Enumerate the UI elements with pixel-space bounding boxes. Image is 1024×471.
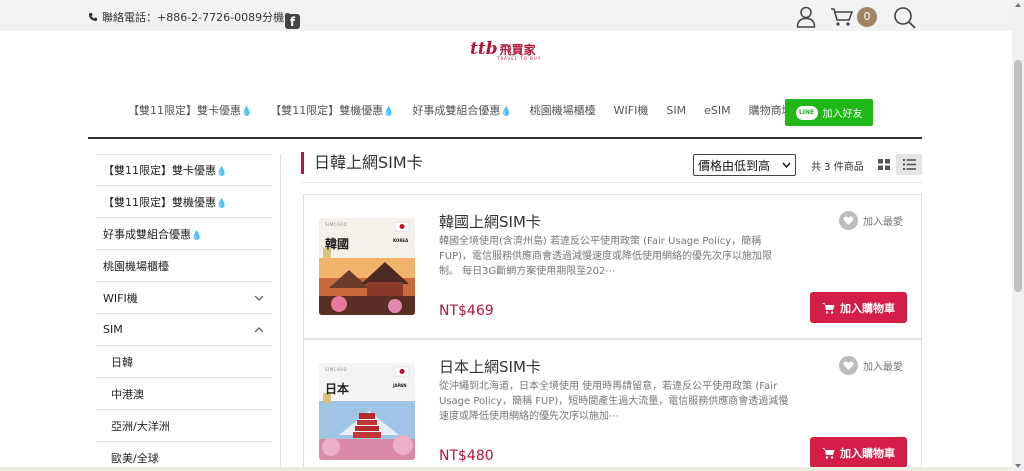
add-to-cart-label: 加入購物車	[840, 446, 895, 460]
line-add-friend-button[interactable]: LINE 加入好友	[785, 99, 873, 126]
add-to-cart-button[interactable]: 加入購物車	[810, 437, 907, 468]
sidebar-divider	[280, 154, 281, 471]
sort-selected-value: 價格由低到高	[698, 158, 771, 173]
product-image-japan[interactable]: SIMCARD 日本 JAPAN	[319, 363, 415, 460]
chevron-down-icon	[782, 162, 791, 168]
cart-button-icon	[822, 447, 835, 459]
nav-item-combo[interactable]: 好事成雙組合優惠💧	[412, 102, 511, 118]
phone-icon	[89, 13, 97, 21]
sim-card-name: 韓國	[325, 237, 350, 251]
nav-item-wifi[interactable]: WIFI機	[614, 102, 649, 118]
sim-card-name: 日本	[325, 382, 350, 396]
grid-view-button[interactable]	[872, 154, 896, 175]
sidebar-item-double-card[interactable]: 【雙11限定】雙卡優惠💧	[96, 154, 272, 186]
drop-icon: 💧	[216, 167, 228, 177]
scroll-up-icon[interactable]	[1015, 3, 1021, 7]
sim-card-tag: SIMCARD	[325, 222, 348, 227]
list-view-button[interactable]	[896, 154, 922, 175]
add-to-cart-button[interactable]: 加入購物車	[810, 292, 907, 323]
sidebar-item-wifi[interactable]: WIFI機	[96, 282, 272, 314]
logo-text: 飛買家	[499, 42, 536, 57]
nav-divider	[88, 137, 922, 139]
phone-label: 聯絡電話：	[102, 11, 157, 24]
drop-icon: 💧	[500, 107, 512, 117]
line-button-label: 加入好友	[822, 109, 863, 120]
drop-icon: 💧	[383, 107, 395, 117]
sim-card-tag: SIMCARD	[325, 367, 348, 372]
product-title[interactable]: 韓國上網SIM卡	[439, 211, 541, 232]
add-favorite-button[interactable]: 加入最愛	[839, 356, 903, 375]
cart-count-badge[interactable]: 0	[857, 7, 877, 27]
product-card[interactable]: SIMCARD 日本 JAPAN 日本上網SIM卡 從沖繩到北海道，日本全境使用…	[303, 339, 922, 471]
logo-mark: ttb	[470, 39, 498, 59]
taskbar-strip	[0, 467, 1012, 471]
main-nav: 【雙11限定】雙卡優惠💧 【雙11限定】雙機優惠💧 好事成雙組合優惠💧 桃園機場…	[128, 102, 811, 118]
page-title: 日韓上網SIM卡	[301, 152, 423, 174]
sidebar-subitem-asia-oceania[interactable]: 亞洲/大洋洲	[96, 410, 272, 442]
sidebar-item-airport[interactable]: 桃園機場櫃檯	[96, 250, 272, 282]
content-header-divider	[301, 182, 922, 183]
sidebar-item-sim[interactable]: SIM	[96, 314, 272, 346]
korea-sim-illustration	[319, 218, 415, 315]
nav-item-sim[interactable]: SIM	[666, 104, 686, 117]
nav-item-esim[interactable]: eSIM	[704, 104, 731, 117]
nav-item-airport[interactable]: 桃園機場櫃檯	[530, 102, 596, 118]
cart-icon[interactable]	[830, 7, 854, 27]
chevron-down-icon[interactable]	[254, 295, 264, 301]
product-image-korea[interactable]: SIMCARD 韓國 KOREA	[319, 218, 415, 315]
product-title[interactable]: 日本上網SIM卡	[439, 356, 541, 377]
drop-icon: 💧	[241, 107, 253, 117]
chevron-up-icon[interactable]	[254, 326, 264, 333]
nav-item-double-device[interactable]: 【雙11限定】雙機優惠💧	[270, 102, 394, 118]
scroll-thumb[interactable]	[1014, 60, 1022, 292]
sidebar-subitem-china-hk-macau[interactable]: 中港澳	[96, 378, 272, 410]
heart-icon	[839, 356, 858, 375]
page-scrollbar[interactable]	[1012, 0, 1024, 471]
product-price: NT$469	[439, 303, 494, 319]
grid-view-icon	[878, 159, 890, 170]
add-to-cart-label: 加入購物車	[840, 301, 895, 315]
product-description: 從沖繩到北海道，日本全境使用 使用時再請留意，若違反公平使用政策 (Fair U…	[439, 381, 789, 422]
top-bar: 聯絡電話： +886-2-7726-0089分機9 f 0	[0, 0, 1012, 31]
user-icon[interactable]	[796, 6, 816, 28]
nav-item-double-card[interactable]: 【雙11限定】雙卡優惠💧	[128, 102, 252, 118]
logo-subtitle: TRAVEL TO BUY	[497, 56, 542, 61]
phone-number: +886-2-7726-0089分機9	[157, 11, 292, 24]
favorite-label: 加入最愛	[863, 362, 903, 373]
facebook-icon[interactable]: f	[285, 14, 300, 29]
product-price: NT$480	[439, 448, 494, 464]
add-favorite-button[interactable]: 加入最愛	[839, 211, 903, 230]
sim-card-country: JAPAN	[393, 383, 407, 388]
contact-phone: 聯絡電話： +886-2-7726-0089分機9	[88, 9, 291, 25]
line-icon: LINE	[795, 105, 818, 120]
product-description: 韓國全境使用(含濟州島) 若違反公平使用政策 (Fair Usage Polic…	[439, 236, 773, 277]
cart-button-icon	[822, 302, 835, 314]
sidebar-item-combo[interactable]: 好事成雙組合優惠💧	[96, 218, 272, 250]
sidebar-subitem-japan-korea[interactable]: 日韓	[96, 346, 272, 378]
scroll-down-icon[interactable]	[1015, 464, 1021, 468]
list-view-icon	[902, 159, 916, 170]
favorite-label: 加入最愛	[863, 217, 903, 228]
heart-icon	[839, 211, 858, 230]
product-count: 共 3 件商品	[811, 162, 864, 173]
category-sidebar: 【雙11限定】雙卡優惠💧 【雙11限定】雙機優惠💧 好事成雙組合優惠💧 桃園機場…	[96, 154, 272, 471]
sidebar-item-double-device[interactable]: 【雙11限定】雙機優惠💧	[96, 186, 272, 218]
product-card[interactable]: SIMCARD 韓國 KOREA 韓國上網SIM卡 韓國全境使用(含濟州島) 若…	[303, 194, 922, 339]
drop-icon: 💧	[191, 230, 203, 241]
drop-icon: 💧	[216, 198, 228, 209]
sort-select[interactable]: 價格由低到高	[693, 154, 796, 176]
search-icon[interactable]	[893, 6, 917, 30]
japan-sim-illustration	[319, 363, 415, 460]
sim-card-country: KOREA	[393, 238, 409, 243]
